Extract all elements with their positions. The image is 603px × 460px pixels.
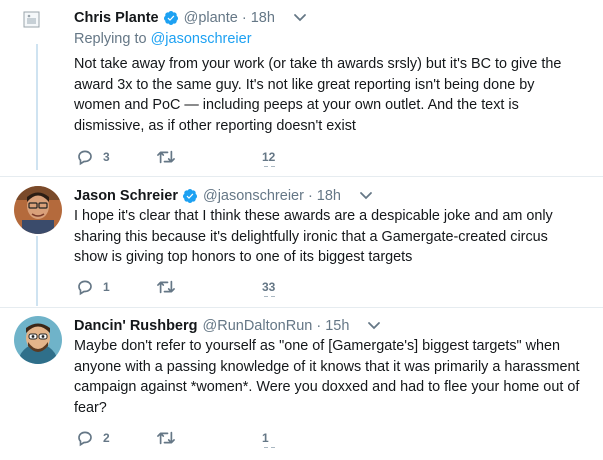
like-button[interactable]: 33: [262, 280, 276, 297]
retweet-button[interactable]: [156, 429, 262, 447]
reply-icon: [78, 150, 92, 166]
retweet-button[interactable]: [156, 148, 262, 166]
like-icon: [264, 447, 276, 449]
retweet-icon: [157, 280, 175, 294]
reply-button[interactable]: 1: [76, 278, 156, 296]
reply-button[interactable]: 3: [76, 148, 156, 166]
reply-icon: [78, 431, 92, 447]
chevron-down-icon[interactable]: [359, 191, 373, 201]
tweet-header: Jason Schreier @jasonschreier · 18h: [74, 186, 373, 206]
retweet-icon: [157, 150, 175, 164]
reply-icon: [78, 280, 92, 296]
author-name[interactable]: Dancin' Rushberg: [74, 318, 198, 334]
separator-dot: ·: [241, 10, 247, 26]
retweet-button[interactable]: [156, 278, 262, 296]
like-count: 12: [262, 150, 276, 164]
author-handle[interactable]: @RunDaltonRun: [203, 318, 313, 334]
avatar[interactable]: [22, 10, 52, 40]
like-count: 1: [262, 431, 269, 445]
reply-button[interactable]: 2: [76, 429, 156, 447]
timestamp[interactable]: 18h: [251, 10, 275, 26]
tweet-text: Not take away from your work (or take th…: [74, 56, 562, 134]
chevron-down-icon[interactable]: [293, 13, 307, 23]
broken-image-icon: [23, 11, 40, 28]
retweet-icon: [157, 431, 175, 445]
avatar[interactable]: [14, 316, 62, 364]
replying-to: Replying to @jasonschreier: [74, 31, 252, 47]
author-name[interactable]: Chris Plante: [74, 10, 159, 26]
tweet-actions: 3 12: [76, 147, 275, 167]
author-name[interactable]: Jason Schreier: [74, 188, 178, 204]
cartoon-character-avatar: [14, 316, 62, 364]
tweet[interactable]: Jason Schreier @jasonschreier · 18h I ho…: [0, 186, 603, 306]
author-handle[interactable]: @plante: [184, 10, 238, 26]
tweet-header: Chris Plante @plante · 18h: [74, 8, 307, 28]
tweet-actions: 1 33: [76, 277, 275, 297]
tweet-divider: [0, 307, 603, 308]
like-icon: [264, 296, 276, 298]
tweet-text: Maybe don't refer to yourself as "one of…: [74, 338, 580, 416]
replying-to-handle[interactable]: @jasonschreier: [151, 31, 252, 47]
timestamp[interactable]: 15h: [325, 318, 349, 334]
verified-badge-icon: [163, 11, 178, 25]
reply-count: 2: [103, 431, 110, 445]
timestamp[interactable]: 18h: [317, 188, 341, 204]
separator-dot: ·: [307, 188, 313, 204]
reply-count: 3: [103, 150, 110, 164]
tweet[interactable]: Dancin' Rushberg @RunDaltonRun · 15h May…: [0, 316, 603, 460]
verified-badge-icon: [182, 189, 197, 203]
avatar[interactable]: [14, 186, 62, 234]
tweet-actions: 2 1: [76, 428, 275, 448]
reply-count: 1: [103, 280, 110, 294]
like-icon: [264, 166, 276, 168]
like-button[interactable]: 1: [262, 431, 275, 448]
like-count: 33: [262, 280, 276, 294]
person-photo-avatar: [14, 186, 62, 234]
tweet-header: Dancin' Rushberg @RunDaltonRun · 15h: [74, 316, 381, 336]
tweet-text: I hope it's clear that I think these awa…: [74, 208, 553, 265]
tweet-divider: [0, 176, 603, 177]
separator-dot: ·: [316, 318, 322, 334]
tweet[interactable]: Chris Plante @plante · 18h Replying to @…: [0, 6, 603, 178]
chevron-down-icon[interactable]: [367, 321, 381, 331]
author-handle[interactable]: @jasonschreier: [203, 188, 304, 204]
replying-to-label: Replying to: [74, 31, 147, 47]
like-button[interactable]: 12: [262, 150, 276, 167]
